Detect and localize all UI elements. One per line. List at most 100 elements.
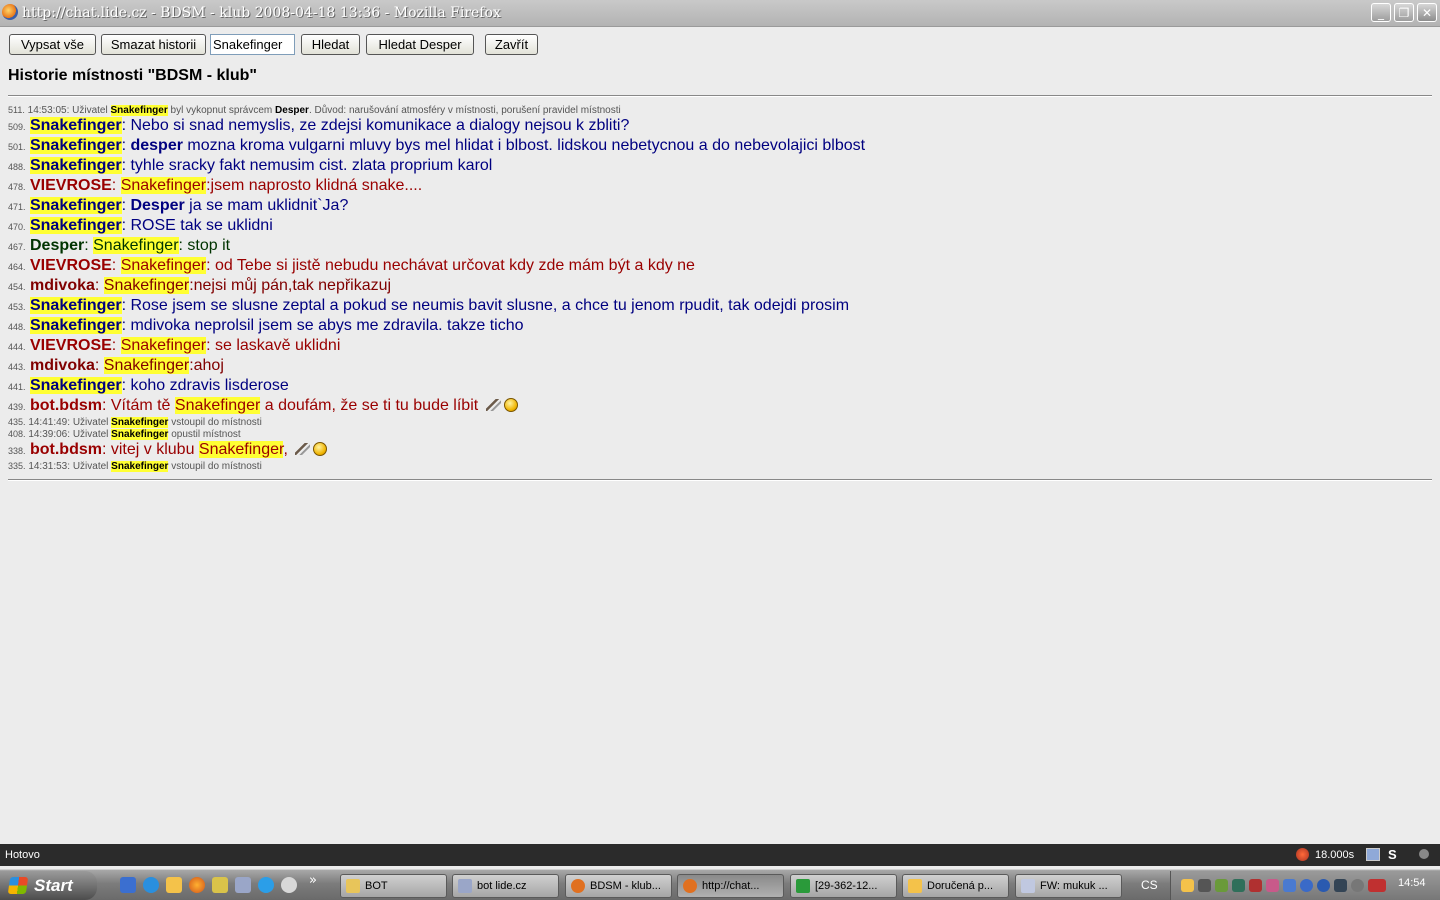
search-button[interactable]: Hledat — [301, 34, 360, 55]
message-number: 444. — [8, 342, 26, 352]
mention-nick[interactable]: Snakefinger — [174, 397, 261, 414]
mention-nick[interactable]: desper — [130, 137, 182, 154]
quicklaunch-doc-icon[interactable] — [235, 877, 251, 893]
divider-bottom — [8, 479, 1432, 481]
tray-ati-icon[interactable] — [1368, 879, 1386, 892]
sender-nick[interactable]: Snakefinger — [29, 217, 122, 234]
message-text: : koho zdravis lisderose — [121, 377, 289, 394]
mention-nick[interactable]: Snakefinger — [103, 357, 190, 374]
sender-nick[interactable]: bot.bdsm — [30, 397, 102, 414]
sender-nick[interactable]: Snakefinger — [29, 317, 122, 334]
quicklaunch-media-icon[interactable] — [281, 877, 297, 893]
sender-nick[interactable]: Snakefinger — [29, 297, 122, 314]
start-button[interactable]: Start — [0, 871, 97, 900]
message-text: : Nebo si snad nemyslis, ze zdejsi komun… — [121, 117, 630, 134]
sender-nick[interactable]: Snakefinger — [29, 137, 122, 154]
resize-grip-icon[interactable] — [1419, 849, 1429, 859]
mention-nick[interactable]: Desper — [130, 197, 184, 214]
taskbar-button-label: http://chat... — [702, 880, 760, 892]
network-icon[interactable] — [1366, 848, 1380, 861]
sender-nick[interactable]: VIEVROSE — [30, 257, 112, 274]
mention-nick[interactable]: Snakefinger — [120, 257, 207, 274]
user-nick[interactable]: Snakefinger — [111, 417, 169, 428]
tray-update-icon[interactable] — [1283, 879, 1296, 892]
quicklaunch-mail-icon[interactable] — [166, 877, 182, 893]
taskbar-button[interactable]: http://chat... — [677, 874, 784, 898]
taskbar-button[interactable]: bot lide.cz — [452, 874, 559, 898]
windows-logo-icon — [7, 877, 29, 894]
list-all-button[interactable]: Vypsat vše — [9, 34, 96, 55]
tray-network-icon[interactable] — [1232, 879, 1245, 892]
search-input[interactable] — [210, 34, 295, 55]
tray-monitor-icon[interactable] — [1351, 879, 1364, 892]
message-text: ja se mam uklidnit`Ja? — [184, 197, 349, 214]
sender-nick[interactable]: mdivoka — [30, 357, 95, 374]
message-list: 511. 14:53:05: Uživatel Snakefinger byl … — [8, 104, 1428, 472]
close-button[interactable]: ✕ — [1417, 3, 1437, 22]
mention-nick[interactable]: Snakefinger — [103, 277, 190, 294]
user-nick[interactable]: Snakefinger — [110, 105, 168, 116]
mention-nick[interactable]: Snakefinger — [120, 177, 207, 194]
message-number: 454. — [8, 282, 26, 292]
mention-nick[interactable]: Snakefinger — [198, 441, 284, 458]
s-icon[interactable]: S — [1388, 847, 1397, 862]
quicklaunch-more[interactable]: » — [309, 873, 317, 888]
message-number: 501. — [8, 142, 26, 152]
sender-nick[interactable]: VIEVROSE — [30, 337, 112, 354]
sender-nick[interactable]: Snakefinger — [29, 197, 122, 214]
taskbar-button[interactable]: [29-362-12... — [790, 874, 897, 898]
sender-nick[interactable]: VIEVROSE — [30, 177, 112, 194]
tray-volume-icon[interactable] — [1198, 879, 1211, 892]
chat-message: 467. Desper: Snakefinger: stop it — [8, 236, 1428, 256]
mention-nick[interactable]: Snakefinger — [120, 337, 207, 354]
user-nick[interactable]: Snakefinger — [111, 461, 169, 472]
message-text: : tyhle sracky fakt nemusim cist. zlata … — [121, 157, 493, 174]
folder-icon — [346, 879, 360, 893]
chat-message: 443. mdivoka: Snakefinger:ahoj — [8, 356, 1428, 376]
window-titlebar[interactable]: http://chat.lide.cz - BDSM - klub 2008-0… — [0, 0, 1440, 27]
quicklaunch-ie-icon[interactable] — [143, 877, 159, 893]
clear-history-button[interactable]: Smazat historii — [101, 34, 206, 55]
browser-statusbar: Hotovo 18.000s S — [0, 844, 1440, 866]
sender-nick[interactable]: Snakefinger — [29, 117, 122, 134]
chat-message: 454. mdivoka: Snakefinger:nejsi můj pán,… — [8, 276, 1428, 296]
search-desper-button[interactable]: Hledat Desper — [366, 34, 474, 55]
message-number: 448. — [8, 322, 26, 332]
message-text: : od Tebe si jistě nebudu nechávat určov… — [206, 257, 695, 274]
message-number: 471. — [8, 202, 26, 212]
language-indicator[interactable]: CS — [1141, 878, 1158, 892]
sender-nick[interactable]: bot.bdsm — [30, 441, 102, 458]
sender-nick[interactable]: Snakefinger — [29, 157, 122, 174]
system-text: byl vykopnut správcem — [170, 105, 273, 116]
tray-display-icon[interactable] — [1334, 879, 1347, 892]
taskbar-button[interactable]: Doručená p... — [902, 874, 1009, 898]
quicklaunch-firefox-icon[interactable] — [189, 877, 205, 893]
sender-nick[interactable]: Desper — [30, 237, 84, 254]
tray-app-icon[interactable] — [1215, 879, 1228, 892]
tray-shield-icon[interactable] — [1249, 879, 1262, 892]
close-history-button[interactable]: Zavřít — [485, 34, 538, 55]
taskbar-button[interactable]: BDSM - klub... — [565, 874, 672, 898]
restore-button[interactable]: ❐ — [1394, 3, 1414, 22]
message-text: : ROSE tak se uklidni — [121, 217, 273, 234]
mention-nick[interactable]: Snakefinger — [93, 237, 179, 254]
chat-message: 441. Snakefinger: koho zdravis lisderose — [8, 376, 1428, 396]
taskbar: Start » BOT bot lide.cz BDSM - klub... http… — [0, 869, 1440, 900]
tray-info-icon[interactable] — [1300, 879, 1313, 892]
taskbar-button[interactable]: BOT — [340, 874, 447, 898]
addon-icon[interactable] — [1296, 848, 1309, 861]
tray-bluetooth-icon[interactable] — [1317, 879, 1330, 892]
quicklaunch-skype-icon[interactable] — [258, 877, 274, 893]
tray-security-icon[interactable] — [1266, 879, 1279, 892]
user-nick[interactable]: Snakefinger — [111, 429, 169, 440]
sender-nick[interactable]: mdivoka — [30, 277, 95, 294]
message-text: : mdivoka neprolsil jsem se abys me zdra… — [121, 317, 524, 334]
status-text: Hotovo — [5, 849, 40, 861]
sender-nick[interactable]: Snakefinger — [29, 377, 122, 394]
quicklaunch-app-icon[interactable] — [212, 877, 228, 893]
taskbar-button-label: [29-362-12... — [815, 880, 878, 892]
tray-mail-icon[interactable] — [1181, 879, 1194, 892]
quicklaunch-desktop-icon[interactable] — [120, 877, 136, 893]
minimize-button[interactable]: _ — [1371, 3, 1391, 22]
taskbar-button[interactable]: FW: mukuk ... — [1015, 874, 1122, 898]
